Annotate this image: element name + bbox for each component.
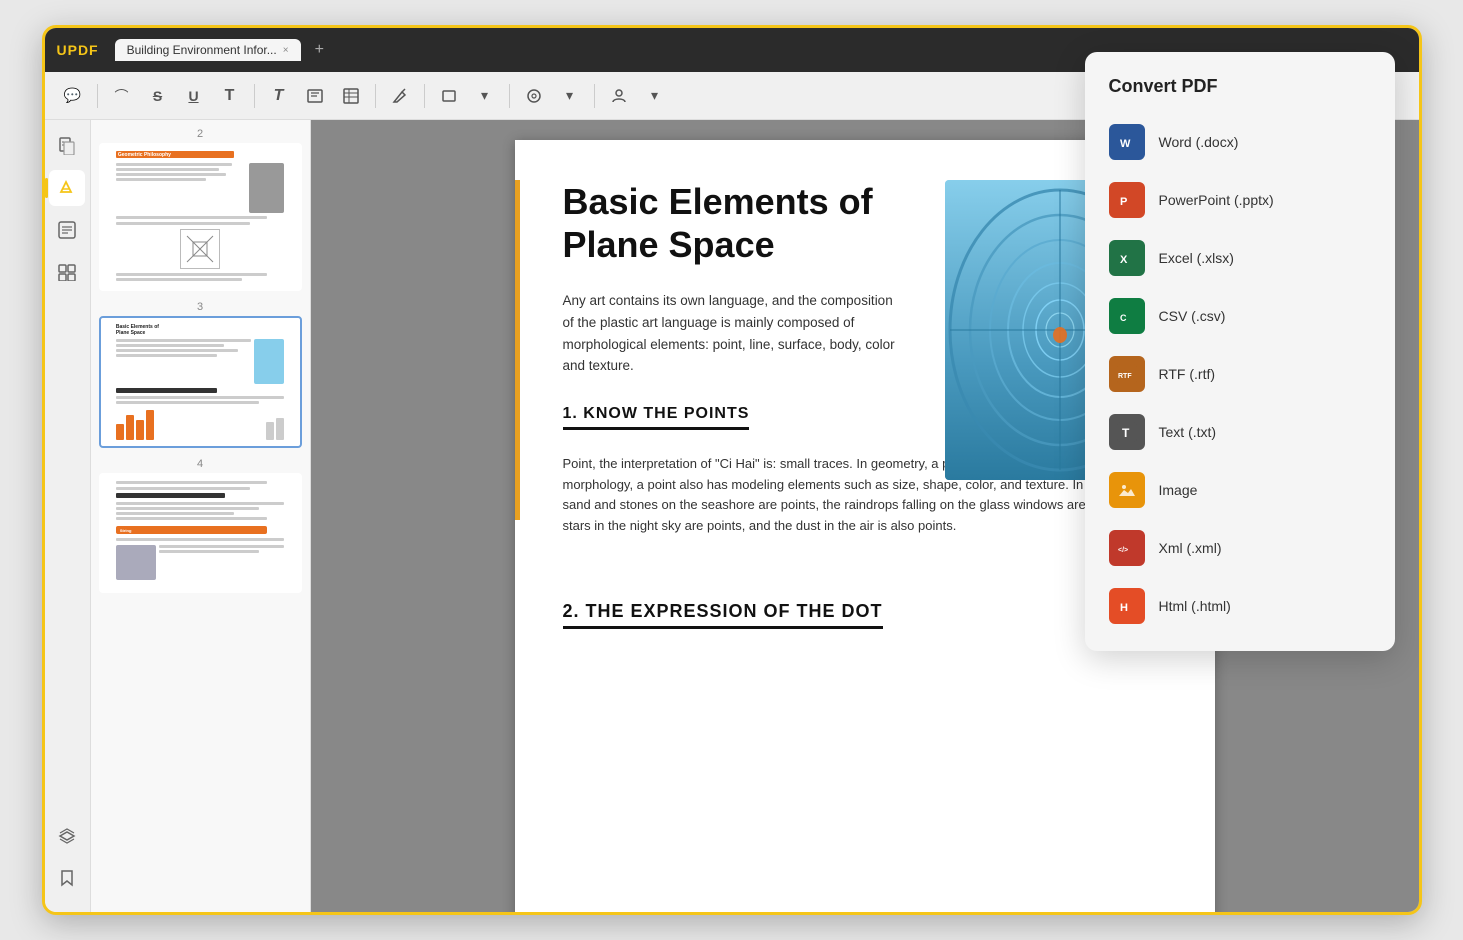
convert-item-image[interactable]: Image <box>1085 461 1395 519</box>
toolbar-separator-6 <box>594 84 595 108</box>
bookmark-icon[interactable] <box>49 860 85 896</box>
user-icon[interactable] <box>603 80 635 112</box>
draw-icon[interactable] <box>384 80 416 112</box>
csv-label: CSV (.csv) <box>1159 308 1226 324</box>
page-main-title: Basic Elements of Plane Space <box>563 180 907 266</box>
image-convert-icon <box>1109 472 1145 508</box>
svg-text:X: X <box>1120 254 1128 266</box>
xml-icon: </> <box>1109 530 1145 566</box>
text-label: Text (.txt) <box>1159 424 1217 440</box>
toolbar-separator-1 <box>97 84 98 108</box>
tab-close-button[interactable]: × <box>283 45 289 56</box>
word-label: Word (.docx) <box>1159 134 1239 150</box>
page-accent-bar <box>515 180 520 520</box>
toolbar-separator-2 <box>254 84 255 108</box>
html-label: Html (.html) <box>1159 598 1231 614</box>
convert-item-html[interactable]: H Html (.html) <box>1085 577 1395 635</box>
strikethrough-icon[interactable]: S <box>142 80 174 112</box>
thumbnail-panel: 2 Geometric Philosophy <box>91 120 311 912</box>
excel-icon: X <box>1109 240 1145 276</box>
toolbar-separator-4 <box>424 84 425 108</box>
thumb-num-2: 2 <box>99 128 302 140</box>
convert-item-rtf[interactable]: RTF RTF (.rtf) <box>1085 345 1395 403</box>
rtf-label: RTF (.rtf) <box>1159 366 1216 382</box>
svg-text:H: H <box>1120 602 1128 614</box>
active-indicator <box>45 178 48 198</box>
bold-text-icon[interactable]: T <box>263 80 295 112</box>
sidebar-left <box>45 120 91 912</box>
new-tab-button[interactable]: + <box>309 41 330 59</box>
convert-item-word[interactable]: W Word (.docx) <box>1085 113 1395 171</box>
page-body-paragraph: Any art contains its own language, and t… <box>563 290 907 376</box>
section2-heading: 2. THE EXPRESSION OF THE DOT <box>563 601 883 629</box>
text-type-icon[interactable]: T <box>214 80 246 112</box>
csv-icon: C <box>1109 298 1145 334</box>
svg-text:W: W <box>1120 138 1131 150</box>
thumb-num-4: 4 <box>99 458 302 470</box>
toolbar-separator-3 <box>375 84 376 108</box>
sidebar-bottom <box>49 818 85 904</box>
sidebar-item-edit[interactable] <box>49 212 85 248</box>
text-box-icon[interactable] <box>299 80 331 112</box>
thumbnail-page-4[interactable]: 4 String <box>99 458 302 593</box>
tab-title: Building Environment Infor... <box>127 43 277 57</box>
svg-text:</>: </> <box>1118 547 1128 554</box>
thumb-img-2: Geometric Philosophy <box>99 143 302 291</box>
convert-item-csv[interactable]: C CSV (.csv) <box>1085 287 1395 345</box>
svg-text:C: C <box>1120 313 1127 323</box>
user-dropdown-icon[interactable]: ▾ <box>639 80 671 112</box>
powerpoint-label: PowerPoint (.pptx) <box>1159 192 1274 208</box>
thumbnail-page-3[interactable]: 3 Basic Elements ofPlane Space <box>99 301 302 448</box>
app-window: UPDF Building Environment Infor... × + 💬… <box>42 25 1422 915</box>
toolbar-separator-5 <box>509 84 510 108</box>
updf-logo: UPDF <box>57 42 99 58</box>
stamp-dropdown-icon[interactable]: ▾ <box>554 80 586 112</box>
comment-icon[interactable]: 💬 <box>57 80 89 112</box>
convert-panel-title: Convert PDF <box>1085 76 1395 113</box>
arc-icon[interactable]: ⌒ <box>106 80 138 112</box>
layers-icon[interactable] <box>49 818 85 854</box>
active-tab[interactable]: Building Environment Infor... × <box>115 39 301 61</box>
thumb-img-4: String <box>99 473 302 593</box>
table-icon[interactable] <box>335 80 367 112</box>
thumbnail-page-2[interactable]: 2 Geometric Philosophy <box>99 128 302 291</box>
shape-dropdown-icon[interactable]: ▾ <box>469 80 501 112</box>
html-icon: H <box>1109 588 1145 624</box>
xml-label: Xml (.xml) <box>1159 540 1222 556</box>
word-icon: W <box>1109 124 1145 160</box>
stamp-icon[interactable] <box>518 80 550 112</box>
sidebar-item-organize[interactable] <box>49 254 85 290</box>
image-label: Image <box>1159 482 1198 498</box>
convert-item-excel[interactable]: X Excel (.xlsx) <box>1085 229 1395 287</box>
convert-item-xml[interactable]: </> Xml (.xml) <box>1085 519 1395 577</box>
convert-pdf-panel: Convert PDF W Word (.docx) P PowerPoint … <box>1085 52 1395 651</box>
sidebar-item-highlight[interactable] <box>49 170 85 206</box>
rect-icon[interactable] <box>433 80 465 112</box>
svg-text:T: T <box>1122 426 1130 440</box>
section1-heading: 1. KNOW THE POINTS <box>563 405 750 430</box>
excel-label: Excel (.xlsx) <box>1159 250 1234 266</box>
text-convert-icon: T <box>1109 414 1145 450</box>
thumb-img-3: Basic Elements ofPlane Space <box>99 316 302 448</box>
sidebar-item-pages[interactable] <box>49 128 85 164</box>
powerpoint-icon: P <box>1109 182 1145 218</box>
convert-item-text[interactable]: T Text (.txt) <box>1085 403 1395 461</box>
svg-text:RTF: RTF <box>1118 373 1132 380</box>
rtf-icon: RTF <box>1109 356 1145 392</box>
underline-icon[interactable]: U <box>178 80 210 112</box>
svg-text:P: P <box>1120 196 1127 208</box>
convert-item-powerpoint[interactable]: P PowerPoint (.pptx) <box>1085 171 1395 229</box>
thumb-num-3: 3 <box>99 301 302 313</box>
